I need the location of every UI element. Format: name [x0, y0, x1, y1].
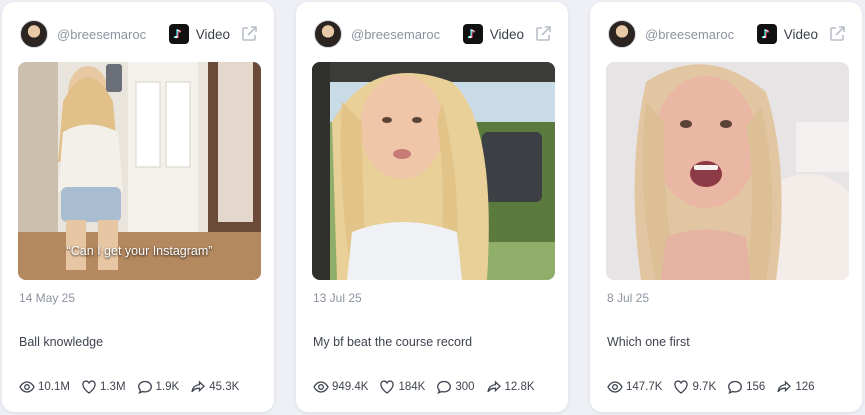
external-link-icon[interactable] — [534, 25, 552, 43]
heart-icon — [82, 380, 96, 394]
video-thumbnail[interactable]: “Can I get your Instagram” — [18, 62, 261, 280]
shares-stat: 45.3K — [190, 379, 239, 395]
creator-handle[interactable]: @breesemaroc — [57, 27, 146, 42]
heart-icon — [674, 380, 689, 394]
views-count: 949.4K — [332, 381, 369, 393]
comments-stat: 300 — [436, 379, 475, 395]
post-title: Ball knowledge — [19, 335, 104, 349]
views-count: 10.1M — [38, 381, 70, 393]
comments-stat: 1.9K — [137, 379, 180, 395]
thumbnail-caption: “Can I get your Instagram” — [66, 244, 213, 258]
content-type-label: Video — [783, 26, 818, 42]
video-card-grid: @breesemaroc ♪ Video “Can I get your Ins… — [0, 0, 865, 415]
tiktok-icon: ♪ — [756, 24, 777, 44]
external-link-icon[interactable] — [240, 25, 258, 43]
comments-count: 300 — [455, 381, 475, 393]
share-icon — [486, 380, 501, 393]
avatar[interactable] — [20, 20, 48, 48]
post-title: My bf beat the course record — [313, 335, 473, 349]
likes-count: 9.7K — [692, 381, 717, 393]
avatar[interactable] — [314, 20, 342, 48]
creator-handle[interactable]: @breesemaroc — [645, 27, 734, 42]
external-link-icon[interactable] — [828, 25, 846, 43]
avatar[interactable] — [608, 20, 636, 48]
post-date: 14 May 25 — [19, 291, 76, 305]
shares-count: 126 — [795, 381, 815, 393]
tiktok-icon: ♪ — [462, 24, 483, 44]
engagement-stats: 10.1M 1.3M 1.9K 45.3K — [19, 378, 264, 396]
views-stat: 147.7K — [607, 379, 662, 395]
card-header: @breesemaroc ♪ Video — [608, 19, 846, 49]
comment-icon — [137, 380, 152, 394]
shares-count: 45.3K — [209, 381, 240, 393]
views-stat: 949.4K — [313, 379, 368, 395]
post-date: 8 Jul 25 — [607, 291, 650, 305]
engagement-stats: 949.4K 184K 300 12.8K — [313, 378, 558, 396]
shares-stat: 12.8K — [486, 379, 535, 395]
shares-count: 12.8K — [504, 381, 535, 393]
comments-count: 1.9K — [155, 381, 180, 393]
card-header: @breesemaroc ♪ Video — [20, 19, 258, 49]
comments-count: 156 — [746, 381, 766, 393]
likes-count: 184K — [398, 381, 426, 393]
engagement-stats: 147.7K 9.7K 156 126 — [607, 378, 852, 396]
likes-stat: 184K — [379, 379, 425, 395]
tiktok-icon: ♪ — [168, 24, 189, 44]
share-icon — [191, 380, 206, 393]
creator-handle[interactable]: @breesemaroc — [351, 27, 440, 42]
video-card[interactable]: @breesemaroc ♪ Video — [2, 2, 274, 412]
card-header: @breesemaroc ♪ Video — [314, 19, 552, 49]
comments-stat: 156 — [727, 379, 765, 395]
content-type-label: Video — [195, 26, 230, 42]
video-thumbnail[interactable] — [606, 62, 849, 280]
views-stat: 10.1M — [19, 379, 70, 395]
comment-icon — [728, 380, 743, 394]
video-card[interactable]: @breesemaroc ♪ Video — [296, 2, 568, 412]
content-type-label: Video — [489, 26, 524, 42]
likes-stat: 9.7K — [673, 379, 716, 395]
post-title: Which one first — [607, 335, 690, 349]
eye-icon — [313, 381, 329, 393]
post-date: 13 Jul 25 — [313, 291, 362, 305]
eye-icon — [607, 381, 623, 393]
comment-icon — [437, 380, 452, 394]
shares-stat: 126 — [776, 379, 815, 395]
likes-stat: 1.3M — [81, 379, 126, 395]
share-icon — [777, 380, 792, 393]
views-count: 147.7K — [626, 381, 663, 393]
eye-icon — [19, 381, 35, 393]
heart-icon — [380, 380, 395, 394]
video-thumbnail[interactable] — [312, 62, 555, 280]
likes-count: 1.3M — [99, 381, 126, 393]
video-card[interactable]: @breesemaroc ♪ Video — [590, 2, 862, 412]
